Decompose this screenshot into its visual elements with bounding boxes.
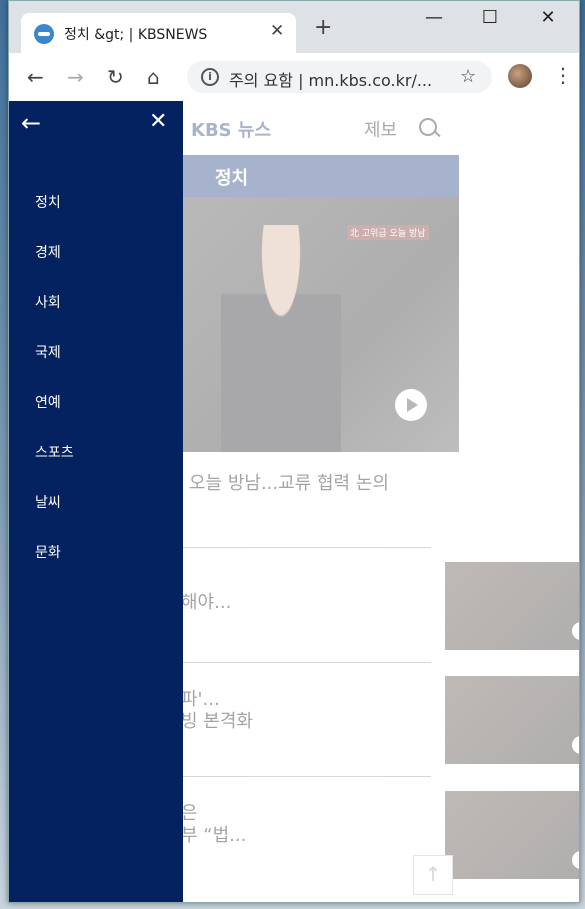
reload-icon[interactable]: ↻ (107, 65, 124, 89)
play-icon[interactable] (572, 851, 579, 869)
close-icon[interactable]: ✕ (149, 109, 167, 134)
tab-title: 정치 &gt; | KBSNEWS (64, 27, 208, 43)
report-button[interactable]: 제보 (364, 116, 397, 142)
search-icon[interactable] (419, 118, 437, 136)
list-item-title-line2: 부 “법... (181, 825, 247, 846)
menu-item-sports[interactable]: 스포츠 (35, 442, 74, 462)
maximize-button[interactable]: ☐ (467, 7, 513, 28)
address-bar[interactable]: i 주의 요함 | mn.kbs.co.kr/... ☆ (187, 61, 492, 93)
list-item[interactable]: 해야... (181, 547, 579, 650)
tab-close-icon[interactable]: ✕ (270, 21, 284, 41)
play-icon[interactable] (572, 622, 579, 640)
hero-headline[interactable]: 오늘 방남...교류 협력 논의 (189, 469, 389, 495)
forward-arrow-icon[interactable]: → (67, 65, 84, 89)
side-menu-drawer: ← ✕ 정치 경제 사회 국제 연예 스포츠 날씨 문화 (9, 101, 183, 902)
info-icon[interactable]: i (201, 68, 219, 86)
back-arrow-icon[interactable]: ← (27, 65, 44, 89)
hero-image: 北 고위급 오늘 방남 (181, 197, 459, 452)
close-window-button[interactable]: ✕ (525, 7, 571, 28)
kbs-favicon-icon (34, 24, 54, 44)
back-arrow-icon[interactable]: ← (21, 109, 41, 137)
list-item[interactable]: 은 부 “법... (181, 776, 579, 879)
list-item-title-line2: 빙 본격화 (181, 711, 253, 732)
menu-item-culture[interactable]: 문화 (35, 542, 61, 562)
section-label: 정치 (181, 155, 459, 197)
browser-toolbar: ← → ↻ ⌂ i 주의 요함 | mn.kbs.co.kr/... ☆ ⋮ (9, 53, 579, 102)
bookmark-star-icon[interactable]: ☆ (460, 66, 476, 87)
menu-item-society[interactable]: 사회 (35, 292, 61, 312)
browser-menu-icon[interactable]: ⋮ (553, 63, 573, 87)
menu-item-world[interactable]: 국제 (35, 342, 61, 362)
profile-avatar[interactable] (508, 64, 532, 88)
browser-tab[interactable]: 정치 &gt; | KBSNEWS ✕ (21, 13, 296, 53)
scroll-top-button[interactable]: ↑ (413, 855, 453, 895)
list-item-thumbnail (445, 676, 579, 764)
page-viewport: KBS 뉴스 제보 정치 北 고위급 오늘 방남 오늘 방남...교류 협력 논… (9, 101, 579, 902)
hero-article[interactable]: 정치 北 고위급 오늘 방남 (181, 155, 459, 452)
menu-item-politics[interactable]: 정치 (35, 192, 61, 212)
url-text: 주의 요함 | mn.kbs.co.kr/... (229, 71, 433, 90)
list-item-thumbnail (445, 562, 579, 650)
play-icon[interactable] (572, 736, 579, 754)
menu-item-economy[interactable]: 경제 (35, 242, 61, 262)
new-tab-button[interactable]: + (314, 15, 332, 40)
hero-person-figure (221, 225, 341, 452)
browser-window: 정치 &gt; | KBSNEWS ✕ + — ☐ ✕ ← → ↻ ⌂ i 주의… (8, 0, 580, 903)
tab-strip: 정치 &gt; | KBSNEWS ✕ + — ☐ ✕ (9, 1, 579, 53)
list-item-title-line1: 은 (181, 803, 198, 824)
menu-item-entertainment[interactable]: 연예 (35, 392, 61, 412)
play-icon[interactable] (395, 389, 427, 421)
kbs-news-logo[interactable]: KBS 뉴스 (191, 116, 271, 142)
list-item-title: 해야... (181, 592, 232, 613)
list-item[interactable]: 파'... 빙 본격화 (181, 662, 579, 764)
list-item-title-line1: 파'... (181, 689, 220, 710)
list-item-thumbnail (445, 791, 579, 879)
home-icon[interactable]: ⌂ (147, 65, 160, 89)
broadcast-caption: 北 고위급 오늘 방남 (347, 225, 429, 240)
minimize-button[interactable]: — (411, 7, 457, 28)
menu-item-weather[interactable]: 날씨 (35, 492, 61, 512)
